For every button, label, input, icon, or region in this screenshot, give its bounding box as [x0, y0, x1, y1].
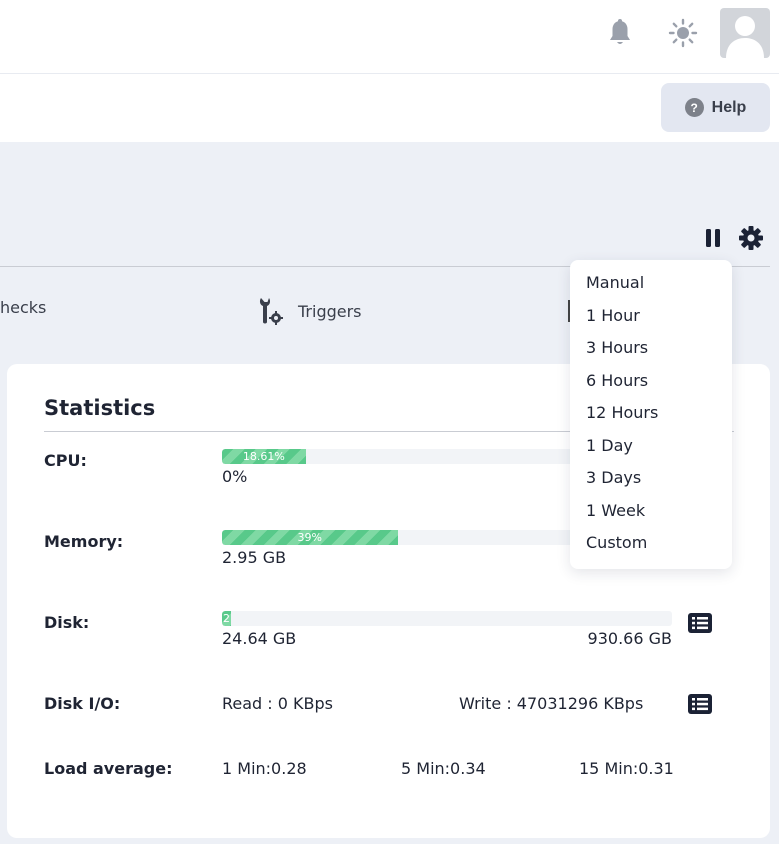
user-avatar-icon[interactable] [720, 8, 770, 58]
pause-icon[interactable] [702, 227, 724, 249]
disk-details-list-icon[interactable] [688, 613, 712, 633]
disk-label: Disk: [44, 613, 90, 632]
disk-io-write: Write : 47031296 KBps [459, 694, 644, 713]
refresh-option-custom[interactable]: Custom [586, 533, 647, 552]
refresh-interval-dropdown: Manual 1 Hour 3 Hours 6 Hours 12 Hours 1… [570, 260, 732, 569]
load-1min: 1 Min:0.28 [222, 759, 307, 778]
sun-icon[interactable] [668, 18, 698, 48]
disk-progress-fill: 2 [222, 611, 231, 626]
help-label: Help [711, 98, 747, 116]
refresh-option-3-hours[interactable]: 3 Hours [586, 338, 648, 357]
memory-label: Memory: [44, 532, 124, 551]
disk-io-label: Disk I/O: [44, 694, 121, 713]
refresh-option-3-days[interactable]: 3 Days [586, 468, 641, 487]
bell-icon[interactable] [606, 18, 634, 48]
load-5min: 5 Min:0.34 [401, 759, 486, 778]
refresh-option-6-hours[interactable]: 6 Hours [586, 371, 648, 390]
refresh-option-1-week[interactable]: 1 Week [586, 501, 645, 520]
disk-progress-bar: 2 [222, 611, 672, 626]
load-15min: 15 Min:0.31 [579, 759, 674, 778]
tab-checks[interactable]: hecks [0, 298, 46, 317]
disk-io-read: Read : 0 KBps [222, 694, 333, 713]
cpu-label: CPU: [44, 451, 87, 470]
cpu-value: 0% [222, 467, 248, 486]
statistics-title: Statistics [44, 396, 156, 420]
tab-triggers[interactable]: Triggers [258, 296, 362, 326]
refresh-option-manual[interactable]: Manual [586, 273, 644, 292]
top-bar [0, 0, 779, 74]
disk-used: 24.64 GB [222, 629, 297, 648]
sub-header: ? Help [0, 74, 779, 142]
gear-icon[interactable] [738, 225, 764, 251]
disk-io-details-list-icon[interactable] [688, 694, 712, 714]
memory-value: 2.95 GB [222, 548, 287, 567]
cpu-progress-fill: 18.61% [222, 449, 306, 464]
memory-progress-fill: 39% [222, 530, 398, 545]
tab-triggers-label: Triggers [298, 301, 362, 321]
help-button[interactable]: ? Help [661, 83, 770, 132]
refresh-option-1-hour[interactable]: 1 Hour [586, 306, 640, 325]
refresh-option-1-day[interactable]: 1 Day [586, 436, 633, 455]
help-icon: ? [684, 98, 704, 117]
load-average-label: Load average: [44, 759, 173, 778]
disk-total: 930.66 GB [587, 629, 672, 648]
wrench-gear-icon [259, 298, 283, 325]
refresh-option-12-hours[interactable]: 12 Hours [586, 403, 658, 422]
